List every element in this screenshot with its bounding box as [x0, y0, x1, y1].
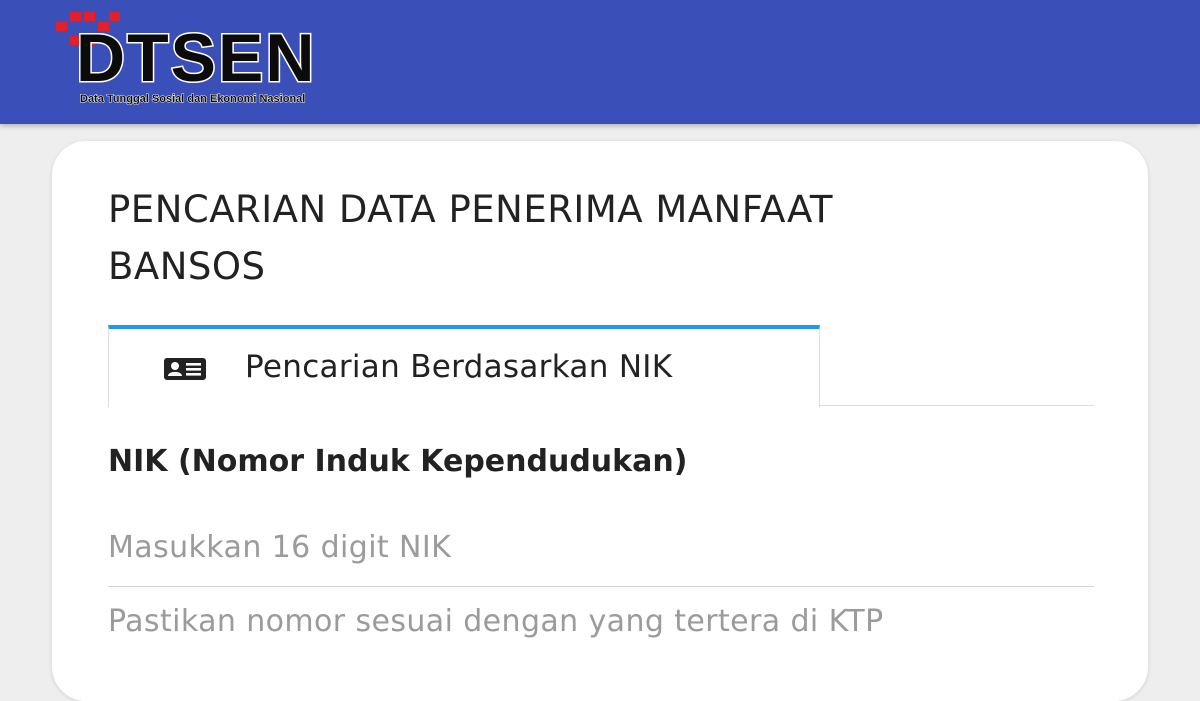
page-title: PENCARIAN DATA PENERIMA MANFAAT BANSOS [108, 188, 834, 288]
search-card: PENCARIAN DATA PENERIMA MANFAAT BANSOS P… [52, 141, 1148, 701]
logo-tagline: Data Tunggal Sosial dan Ekonomi Nasional [79, 93, 306, 106]
nik-field-label: NIK (Nomor Induk Kependudukan) [108, 444, 688, 479]
nik-help-text: Pastikan nomor sesuai dengan yang terter… [108, 604, 884, 639]
tab-search-by-nik[interactable]: Pencarian Berdasarkan NIK [108, 325, 820, 407]
app-header: DTSEN Data Tunggal Sosial dan Ekonomi Na… [0, 0, 1200, 124]
nik-input[interactable] [108, 521, 1094, 587]
logo-wordmark: DTSEN [74, 20, 317, 96]
id-card-icon [164, 358, 206, 380]
dtsen-logo[interactable]: DTSEN Data Tunggal Sosial dan Ekonomi Na… [52, 10, 412, 108]
tab-label: Pencarian Berdasarkan NIK [245, 349, 673, 385]
